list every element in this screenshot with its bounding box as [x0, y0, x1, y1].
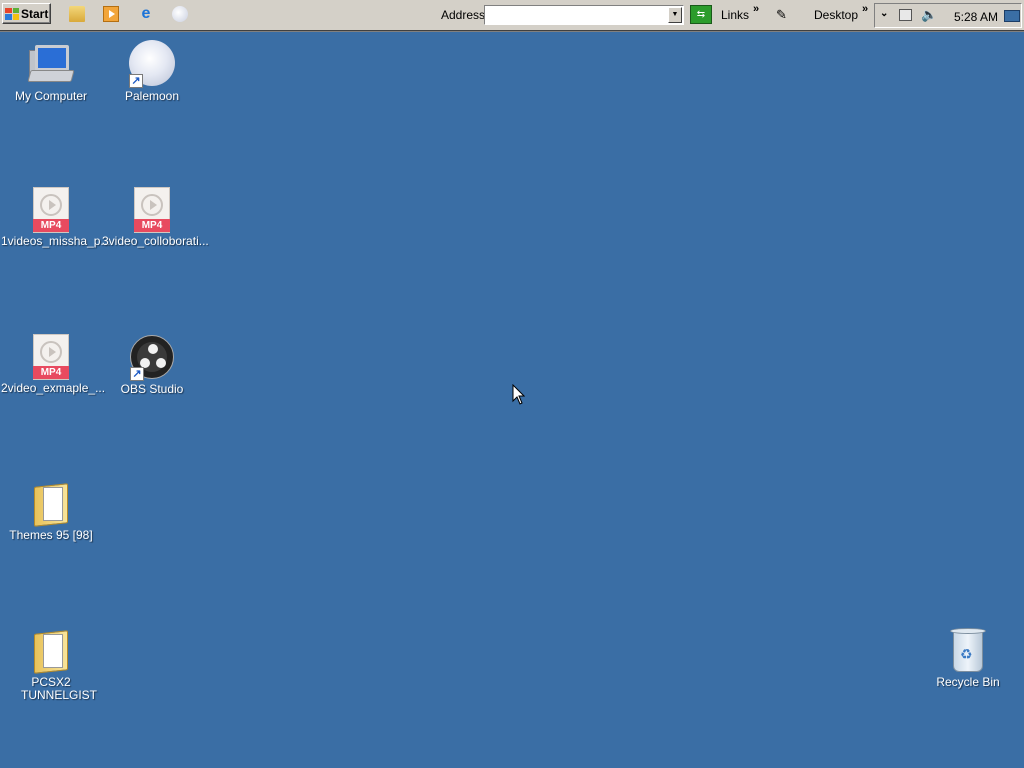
address-dropdown-button[interactable]: ▼ [668, 7, 682, 23]
icon-label: Themes 95 [98] [9, 528, 93, 542]
media-player-icon[interactable] [103, 6, 119, 22]
desktop-icon-mp4-1[interactable]: MP4 1videos_missha_p... [1, 187, 111, 248]
desktop-chevron-icon[interactable]: » [862, 3, 868, 15]
icon-label: 2video_exmaple_... [1, 381, 106, 395]
desktop-icon-mp4-2[interactable]: MP4 2video_exmaple_... [1, 334, 106, 395]
mp4-file-icon: MP4 [29, 334, 73, 380]
icon-label: OBS Studio [120, 382, 184, 396]
icon-label: Recycle Bin [936, 675, 1000, 689]
show-desktop-icon[interactable] [1004, 10, 1020, 22]
computer-icon [27, 42, 75, 86]
shortcut-arrow-icon: ↗ [130, 367, 144, 381]
go-button[interactable]: ⇆ [690, 5, 712, 24]
address-label: Address [441, 8, 486, 22]
desktop-icon-palemoon[interactable]: ↗ Palemoon [102, 40, 202, 103]
internet-explorer-icon[interactable]: e [138, 6, 154, 22]
folder-icon [29, 481, 73, 527]
obs-studio-icon: ↗ [130, 335, 174, 381]
desktop-icon-my-computer[interactable]: My Computer [1, 42, 101, 103]
volume-icon[interactable]: 🔈 [921, 7, 937, 23]
desktop-icon-mp4-3[interactable]: MP4 3video_colloborati... [102, 187, 209, 248]
palemoon-icon: ↗ [129, 40, 175, 88]
icon-label: 1videos_missha_p... [1, 234, 111, 248]
palemoon-icon[interactable] [172, 6, 188, 22]
windows-logo-icon [5, 7, 19, 20]
system-tray: ⌄ 🔈 5:28 AM [874, 3, 1022, 28]
address-input[interactable] [484, 5, 684, 25]
icon-label: My Computer [14, 89, 88, 103]
recycle-bin-icon: ♻ [946, 628, 990, 672]
mp4-file-icon: MP4 [130, 187, 174, 233]
desktop-icon-obs-studio[interactable]: ↗ OBS Studio [102, 335, 202, 396]
desktop-icon-pcsx2[interactable]: PCSX2 TUNNELGIST [1, 628, 101, 702]
icon-label: Palemoon [124, 89, 180, 103]
mp4-file-icon: MP4 [29, 187, 73, 233]
shortcut-arrow-icon: ↗ [129, 74, 143, 88]
icon-label: 3video_colloborati... [102, 234, 209, 248]
network-icon[interactable] [899, 9, 912, 21]
notepad-icon[interactable]: ✎ [776, 7, 787, 23]
desktop-icon-themes-95[interactable]: Themes 95 [98] [1, 481, 101, 542]
start-button[interactable]: Start [2, 3, 51, 24]
icon-label: PCSX2 TUNNELGIST [21, 675, 98, 702]
start-label: Start [21, 6, 49, 21]
links-toolbar-label[interactable]: Links [721, 8, 749, 22]
desktop-toolbar-label[interactable]: Desktop [814, 8, 858, 22]
folder-icon[interactable] [69, 6, 85, 22]
desktop-icon-recycle-bin[interactable]: ♻ Recycle Bin [918, 628, 1018, 689]
tray-expand-icon[interactable]: ⌄ [880, 8, 888, 19]
clock[interactable]: 5:28 AM [954, 10, 998, 24]
links-chevron-icon[interactable]: » [753, 3, 759, 15]
folder-icon [29, 628, 73, 674]
taskbar: Start e Address ▼ ⇆ Links » ✎ Desktop » … [0, 0, 1024, 32]
